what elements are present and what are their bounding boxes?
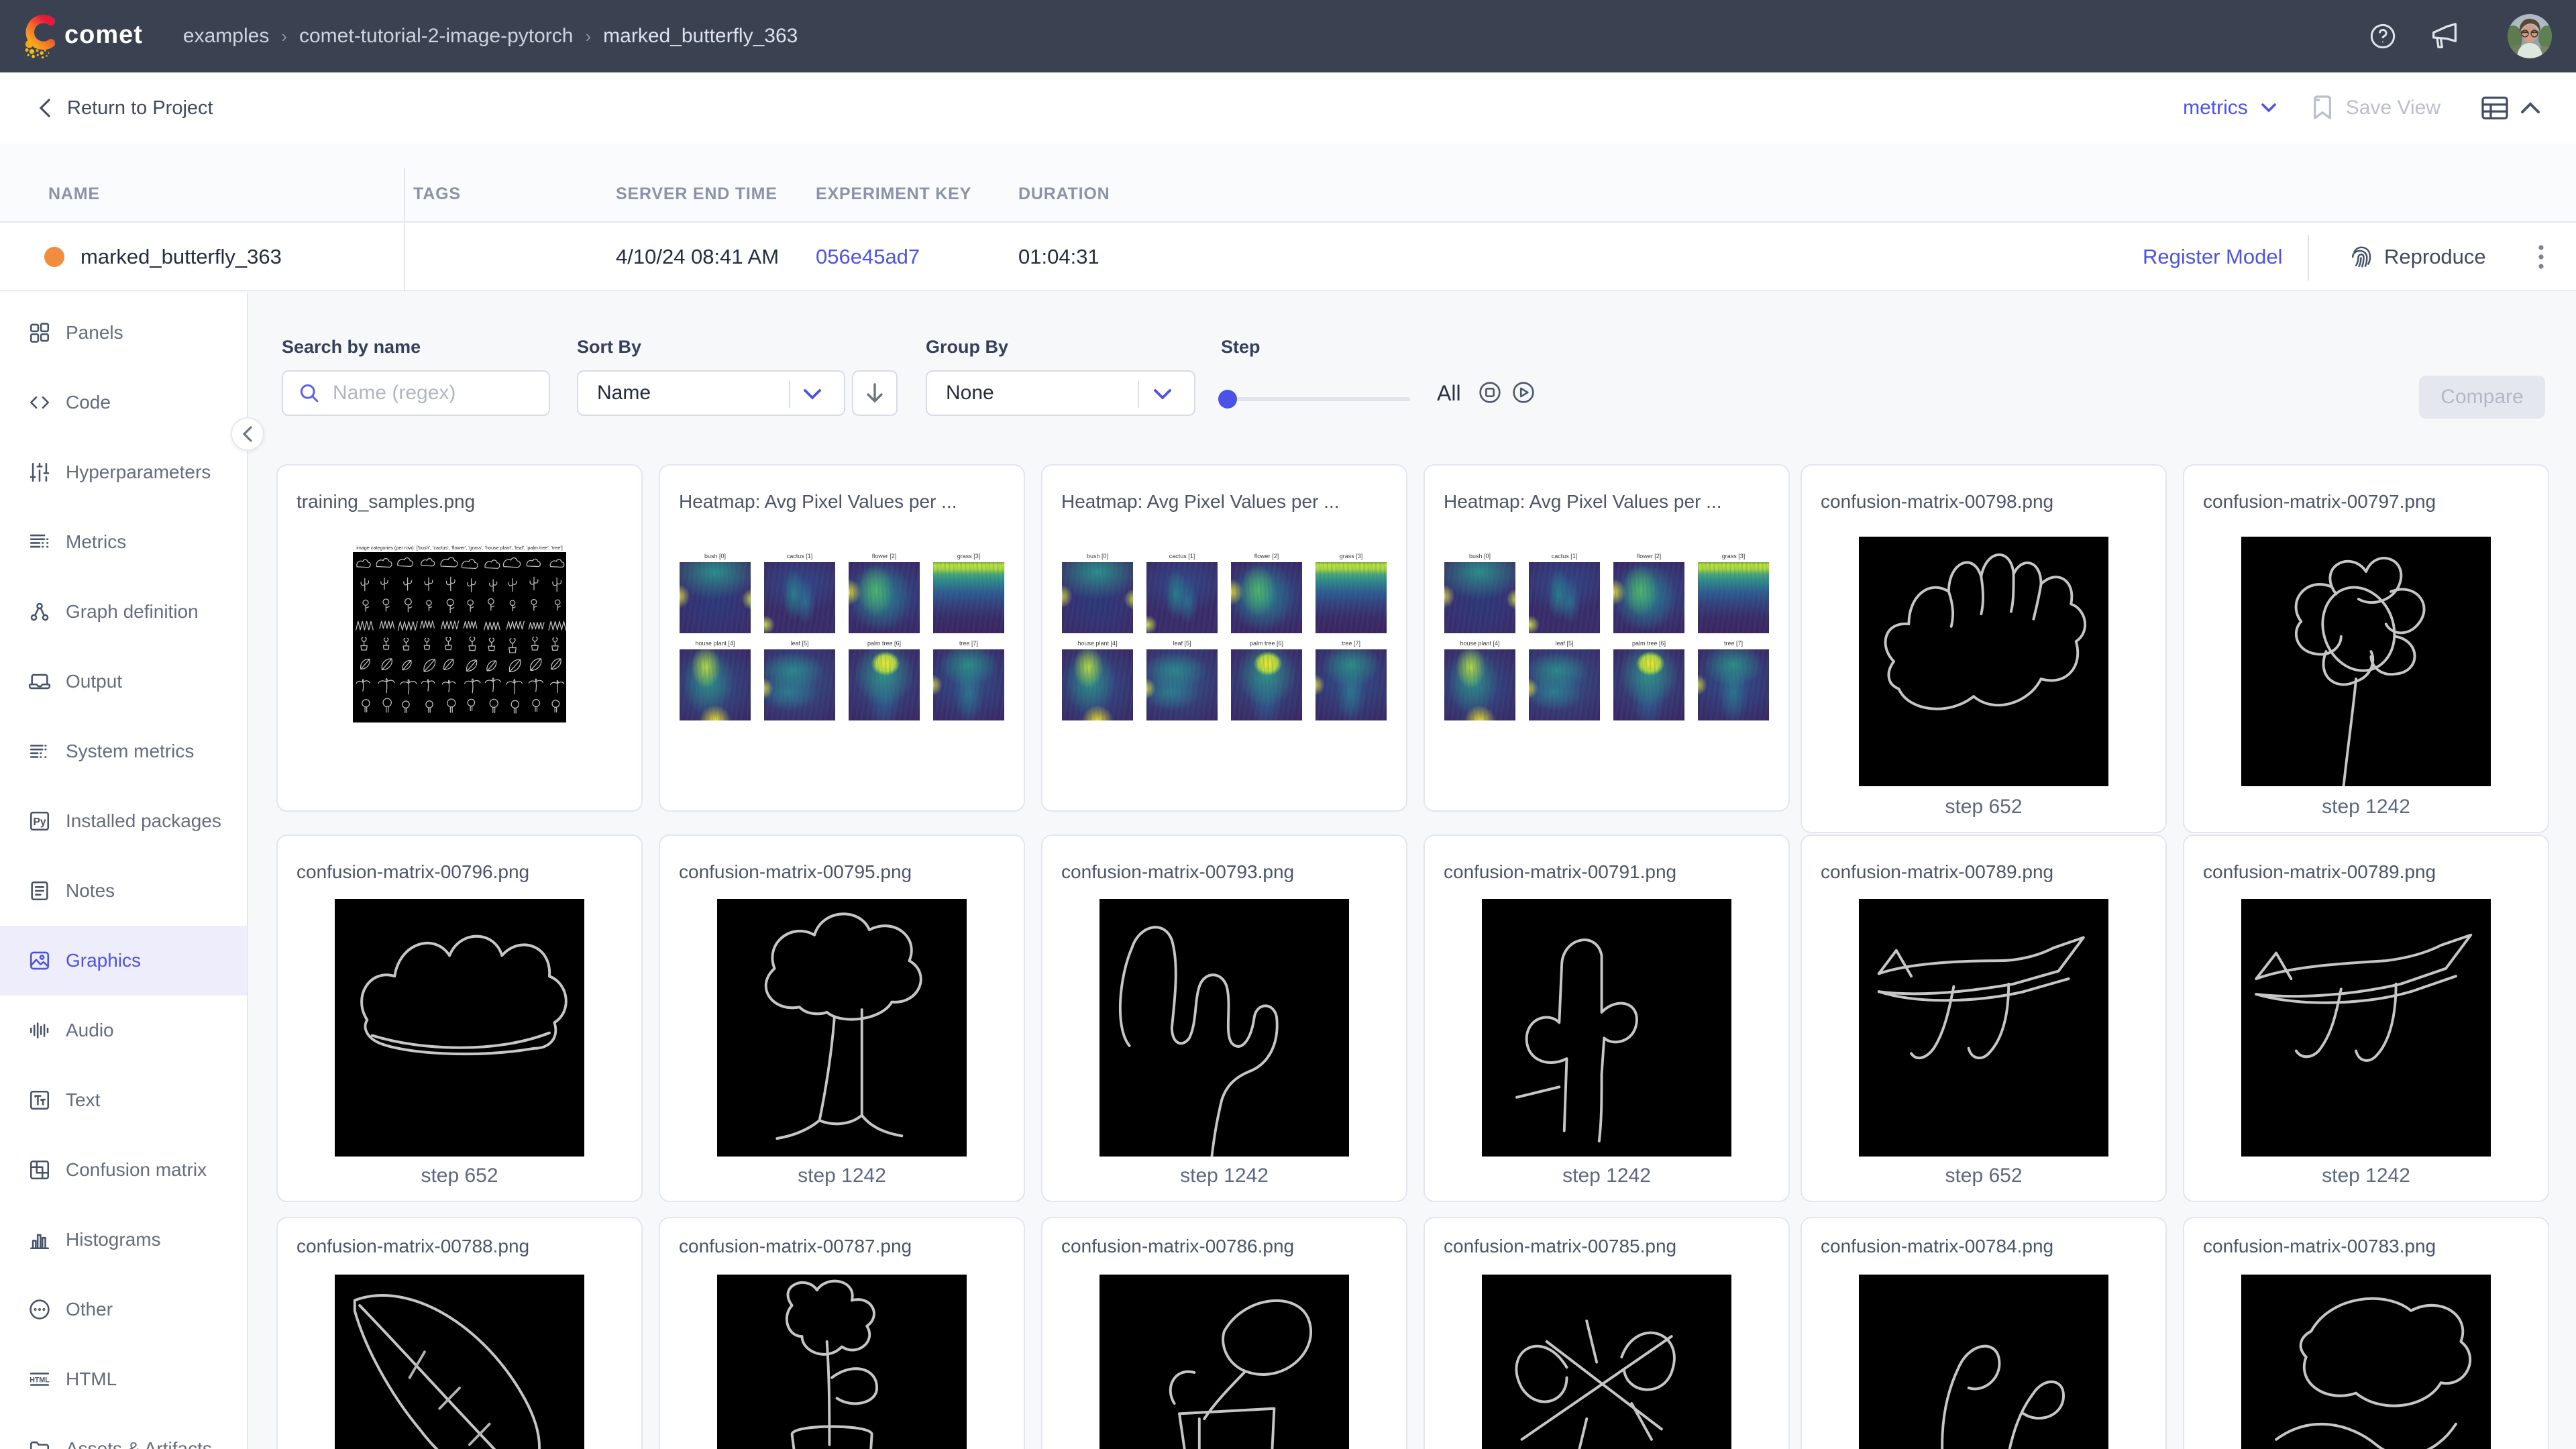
svg-text:Py: Py — [33, 816, 46, 828]
svg-text:HTML: HTML — [30, 1376, 50, 1384]
